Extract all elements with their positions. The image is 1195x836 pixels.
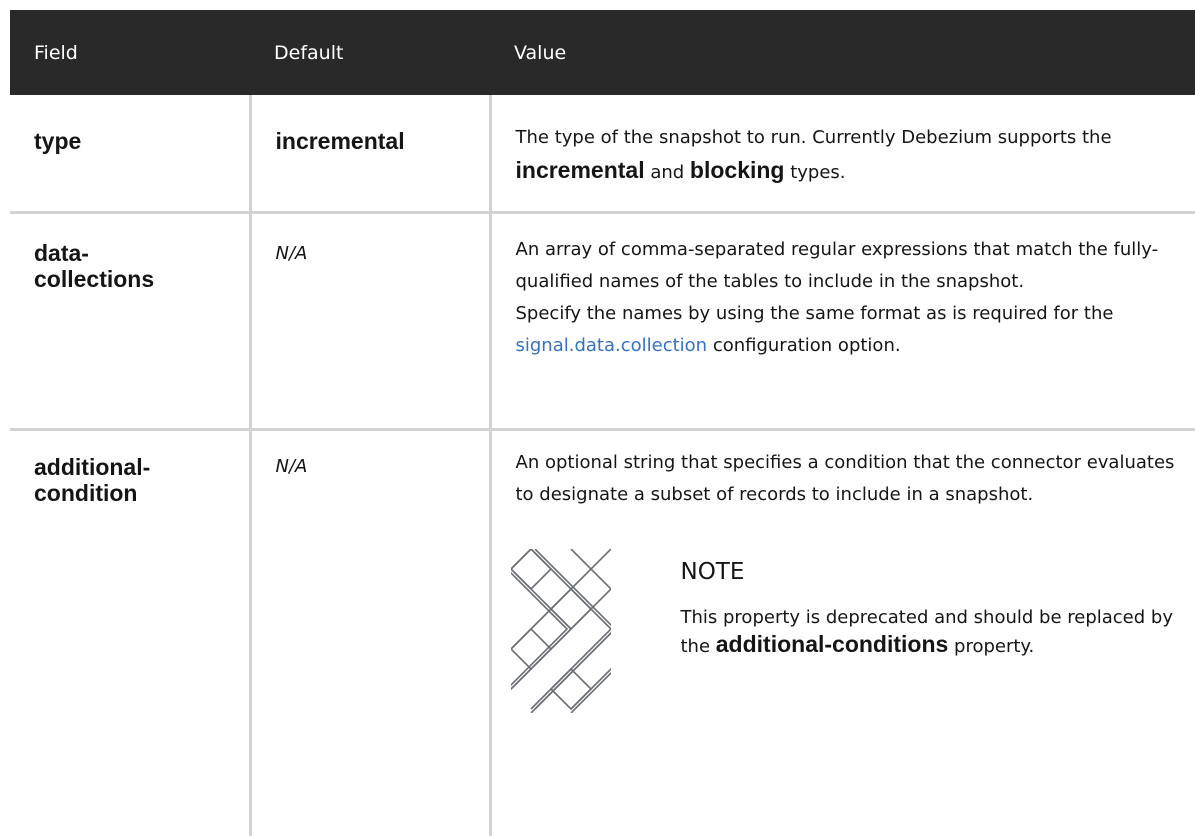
default-value: incremental — [275, 128, 405, 154]
value-text: types. — [784, 162, 846, 183]
note-body: NOTE This property is deprecated and sho… — [681, 549, 1182, 713]
table-row-additional-condition: additional- condition N/A An optional st… — [10, 429, 1195, 836]
header-value: Value — [490, 10, 1195, 95]
value-cell: An optional string that specifies a cond… — [490, 429, 1195, 836]
value-bold-incremental: incremental — [515, 157, 645, 183]
value-text: and — [644, 162, 690, 183]
table-row-data-collections: data- collections N/A An array of comma-… — [10, 212, 1195, 431]
default-cell: N/A — [250, 429, 492, 836]
value-text: configuration option. — [707, 334, 901, 356]
value-cell: An array of comma-separated regular expr… — [490, 212, 1195, 431]
field-name-line: data- — [34, 239, 89, 266]
note-pattern-icon — [510, 548, 611, 713]
note-title: NOTE — [680, 558, 745, 585]
value-cell: The type of the snapshot to run. Current… — [490, 95, 1195, 214]
value-paragraph: An optional string that specifies a cond… — [515, 451, 1175, 505]
table-row-type: type incremental The type of the snapsho… — [10, 95, 1195, 214]
value-bold-blocking: blocking — [689, 157, 785, 183]
header-default: Default — [250, 10, 490, 95]
value-text: Specify the names by using the same form… — [515, 302, 1114, 324]
field-cell: data- collections — [10, 212, 252, 431]
default-cell: N/A — [250, 212, 492, 431]
default-cell: incremental — [250, 95, 492, 214]
default-value: N/A — [275, 242, 308, 264]
properties-table: Field Default Value type incremental The… — [10, 10, 1195, 836]
signal-data-collection-link[interactable]: signal.data.collection — [516, 335, 708, 356]
field-name-line: condition — [34, 479, 138, 506]
field-cell: type — [10, 95, 252, 214]
header-field: Field — [10, 10, 250, 95]
header-row: Field Default Value — [10, 10, 1195, 95]
note-text: This property is deprecated and should b… — [681, 605, 1182, 660]
note-text-part: property. — [948, 635, 1035, 657]
value-text: The type of the snapshot to run. Current… — [515, 127, 1112, 148]
field-name-line: collections — [34, 265, 155, 292]
value-paragraph: Specify the names by using the same form… — [516, 298, 1188, 362]
value-paragraph: An array of comma-separated regular expr… — [515, 238, 1159, 292]
field-name: type — [34, 128, 82, 154]
note-bold-additional-conditions: additional-conditions — [715, 630, 949, 657]
field-name-line: additional- — [34, 453, 151, 480]
note-admonition: NOTE This property is deprecated and sho… — [510, 548, 1182, 713]
field-cell: additional- condition — [10, 429, 252, 836]
default-value: N/A — [275, 455, 308, 477]
